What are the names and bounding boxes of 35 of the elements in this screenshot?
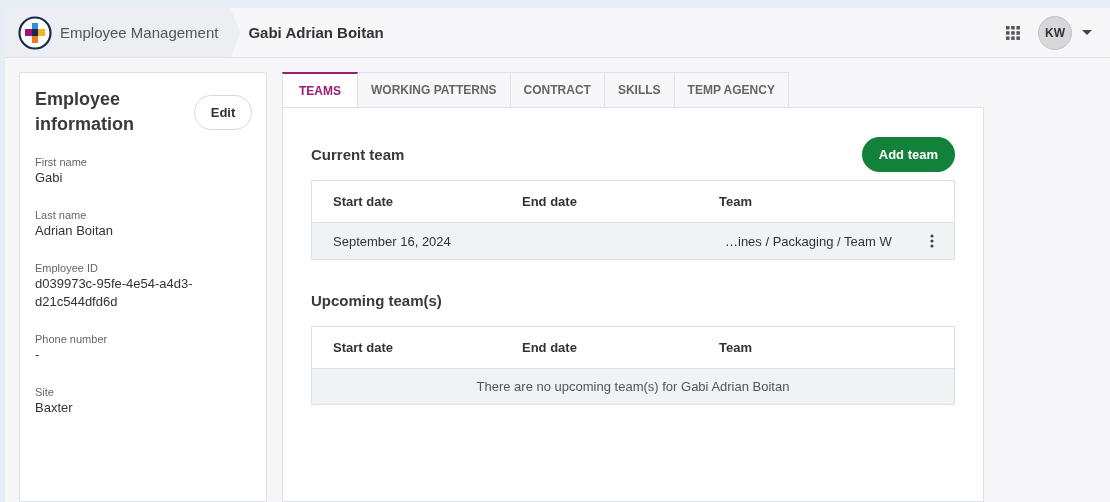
column-header: End date (522, 340, 578, 355)
more-options-icon[interactable] (930, 234, 934, 248)
field-label: Site (35, 385, 55, 399)
section-title: Upcoming team(s) (311, 291, 442, 309)
caret-icon[interactable] (1082, 30, 1092, 35)
column-header: End date (522, 194, 578, 209)
edit-button[interactable]: Edit (194, 95, 252, 130)
empty-message: There are no upcoming team(s) for Gabi Adrian Boitan (312, 369, 954, 404)
field-value: d039973c-95fe-4e54-a4d3-d21c544dfd6d (35, 275, 194, 311)
section-title: Current team (311, 145, 405, 163)
field-value: Baxter (35, 399, 74, 417)
card-title: Employee information (35, 88, 135, 136)
tab[interactable]: CONTRACT (510, 72, 605, 108)
app-logo[interactable] (18, 15, 52, 50)
column-header: Team (719, 194, 753, 209)
tab[interactable]: TEMP AGENCY (674, 72, 789, 108)
field-label: First name (35, 155, 88, 169)
tab[interactable]: TEAMS (282, 72, 358, 108)
apps-grid-icon[interactable] (1006, 25, 1020, 40)
table-cell-text: …ines / Packaging / Team W (725, 233, 893, 249)
column-header: Start date (333, 194, 394, 209)
column-header: Start date (333, 340, 394, 355)
field-label: Employee ID (35, 261, 99, 275)
tab[interactable]: SKILLS (604, 72, 675, 108)
add-team-button[interactable]: Add team (861, 136, 955, 172)
field-label: Last name (35, 208, 88, 222)
field-value: Gabi (35, 169, 64, 187)
table-cell-text: September 16, 2024 (333, 233, 452, 249)
field-label: Phone number (35, 332, 109, 346)
page-title: Gabi Adrian Boitan (248, 24, 384, 41)
tab[interactable]: WORKING PATTERNS (358, 72, 511, 108)
user-avatar[interactable]: KW (1038, 15, 1072, 50)
column-header: Team (719, 340, 753, 355)
field-value: Adrian Boitan (35, 222, 115, 240)
field-value: - (35, 346, 41, 364)
